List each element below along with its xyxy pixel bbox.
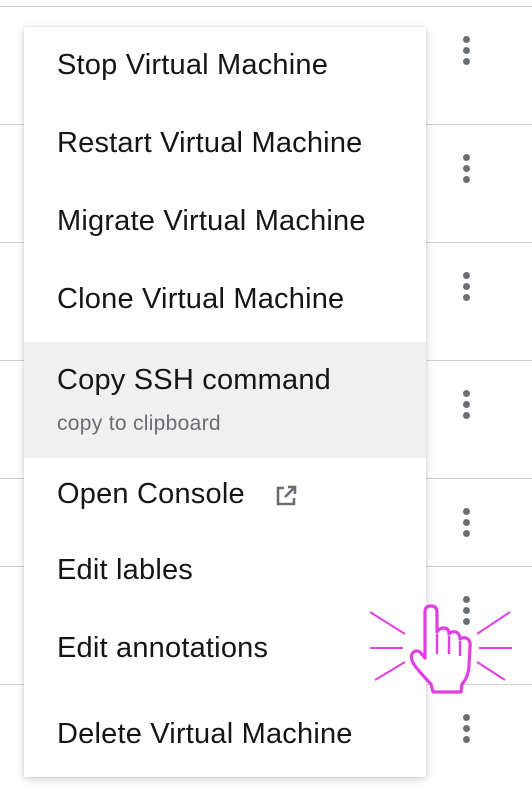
menu-item-restart-vm[interactable]: Restart Virtual Machine: [24, 105, 426, 183]
menu-item-stop-vm[interactable]: Stop Virtual Machine: [24, 27, 426, 105]
menu-item-copy-ssh-command[interactable]: Copy SSH command copy to clipboard: [24, 342, 426, 458]
menu-item-label: Open Console: [57, 478, 245, 510]
menu-item-label: Restart Virtual Machine: [57, 127, 363, 159]
row-divider: [0, 6, 532, 7]
menu-item-migrate-vm[interactable]: Migrate Virtual Machine: [24, 183, 426, 261]
kebab-menu-icon[interactable]: [456, 595, 476, 625]
menu-item-label: Edit annotations: [57, 632, 269, 664]
kebab-menu-icon[interactable]: [456, 507, 476, 537]
menu-item-edit-annotations[interactable]: Edit annotations: [24, 612, 426, 694]
menu-item-edit-labels[interactable]: Edit lables: [24, 534, 426, 612]
menu-item-label: Clone Virtual Machine: [57, 283, 345, 315]
kebab-menu-icon[interactable]: [456, 713, 476, 743]
kebab-menu-icon[interactable]: [456, 389, 476, 419]
external-link-icon: [276, 485, 297, 506]
menu-item-label: Edit lables: [57, 554, 193, 586]
menu-item-label: Migrate Virtual Machine: [57, 205, 366, 237]
menu-item-label: Delete Virtual Machine: [57, 718, 353, 750]
menu-item-delete-vm[interactable]: Delete Virtual Machine: [24, 694, 426, 777]
vm-actions-menu: Stop Virtual Machine Restart Virtual Mac…: [24, 27, 426, 777]
menu-item-clone-vm[interactable]: Clone Virtual Machine: [24, 261, 426, 342]
kebab-menu-icon[interactable]: [456, 271, 476, 301]
kebab-menu-icon[interactable]: [456, 153, 476, 183]
menu-item-label: Stop Virtual Machine: [57, 49, 329, 81]
menu-item-label: Copy SSH command: [57, 364, 331, 396]
kebab-menu-icon[interactable]: [456, 35, 476, 65]
menu-item-open-console[interactable]: Open Console: [24, 458, 426, 534]
menu-item-description: copy to clipboard: [57, 412, 221, 435]
